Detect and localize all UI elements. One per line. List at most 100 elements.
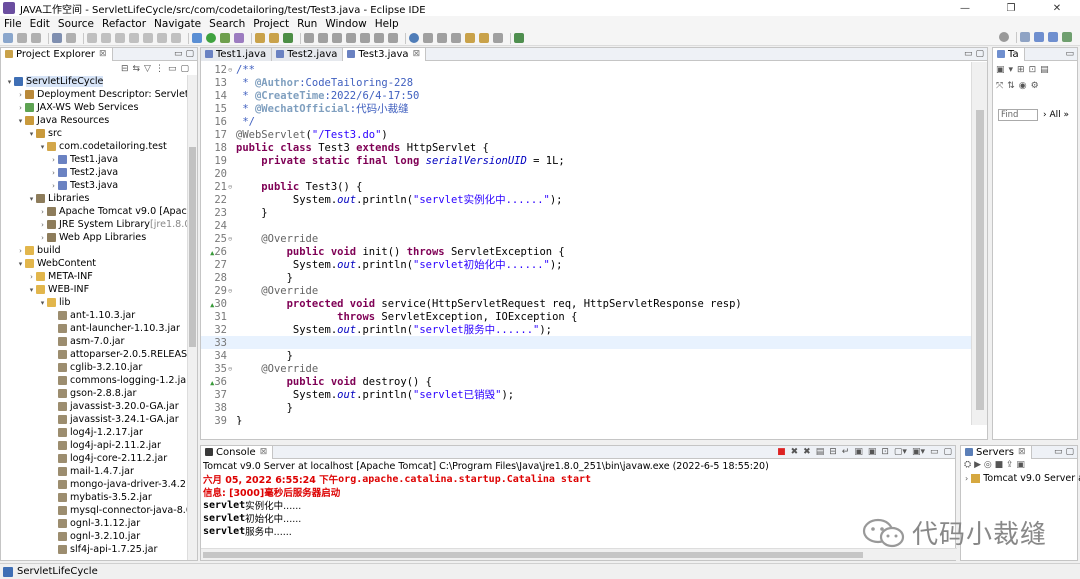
- remove-all-icon[interactable]: ✖: [803, 447, 811, 457]
- collapsed-arrow-icon[interactable]: ›: [16, 247, 25, 255]
- menu-project[interactable]: Project: [249, 18, 293, 30]
- expanded-arrow-icon[interactable]: ▾: [5, 78, 14, 86]
- settings-icon[interactable]: ⚙: [1031, 81, 1039, 91]
- minimize-view-icon[interactable]: ▭: [1065, 49, 1074, 59]
- close-icon[interactable]: ⊠: [1018, 447, 1026, 457]
- maximize-view-icon[interactable]: ▢: [185, 49, 194, 59]
- code-line[interactable]: 20: [201, 167, 971, 180]
- previous-annotation-icon[interactable]: [451, 33, 461, 43]
- link-with-editor-icon[interactable]: ⇆: [133, 64, 141, 74]
- tab-console[interactable]: Console ⊠: [201, 445, 274, 459]
- expanded-arrow-icon[interactable]: ▾: [38, 299, 47, 307]
- word-wrap-icon[interactable]: [388, 33, 398, 43]
- tree-item[interactable]: mail-1.4.7.jar: [49, 465, 134, 478]
- scrollbar-thumb[interactable]: [189, 147, 196, 347]
- tree-item[interactable]: › build: [16, 244, 61, 257]
- tree-item[interactable]: › JAX-WS Web Services: [16, 101, 138, 114]
- terminate-icon[interactable]: [115, 33, 125, 43]
- close-icon[interactable]: ⊠: [260, 447, 268, 457]
- close-button[interactable]: ✕: [1034, 0, 1080, 16]
- back-icon[interactable]: [479, 33, 489, 43]
- collapsed-arrow-icon[interactable]: ›: [16, 91, 25, 99]
- close-icon[interactable]: ⊠: [99, 49, 107, 59]
- tree-item[interactable]: › Test2.java: [49, 166, 118, 179]
- resume-icon[interactable]: [87, 33, 97, 43]
- menu-window[interactable]: Window: [321, 18, 370, 30]
- tree-item[interactable]: log4j-1.2.17.jar: [49, 426, 143, 439]
- collapsed-arrow-icon[interactable]: ›: [16, 104, 25, 112]
- start-server-icon[interactable]: ▶: [974, 460, 981, 470]
- tree-item[interactable]: attoparser-2.0.5.RELEASE.ja: [49, 348, 187, 361]
- tree-item[interactable]: cglib-3.2.10.jar: [49, 361, 142, 374]
- fold-toggle-icon[interactable]: ⊖: [228, 183, 236, 191]
- expanded-arrow-icon[interactable]: ▾: [16, 117, 25, 125]
- disconnect-icon[interactable]: [129, 33, 139, 43]
- start-debug-icon[interactable]: ⛭: [964, 460, 971, 470]
- tree-item[interactable]: javassist-3.24.1-GA.jar: [49, 413, 179, 426]
- tree-item[interactable]: ant-1.10.3.jar: [49, 309, 135, 322]
- filter-icon[interactable]: ▽: [144, 64, 151, 74]
- minimize-button[interactable]: —: [942, 0, 988, 16]
- editor-vertical-scrollbar[interactable]: [971, 62, 987, 425]
- tree-item[interactable]: asm-7.0.jar: [49, 335, 124, 348]
- tab-test3[interactable]: Test3.java ⊠: [343, 47, 427, 61]
- minimize-view-icon[interactable]: ▭: [1054, 447, 1063, 457]
- scheduled-icon[interactable]: ⊡: [1029, 65, 1037, 75]
- debug-perspective-icon[interactable]: [1062, 32, 1072, 42]
- code-line[interactable]: 35 ⊖ @Override: [201, 362, 971, 375]
- fold-toggle-icon[interactable]: ⊖: [228, 66, 236, 74]
- tree-item[interactable]: ognl-3.1.12.jar: [49, 517, 140, 530]
- close-icon[interactable]: ⊠: [413, 49, 421, 59]
- clean-icon[interactable]: ▣: [1016, 460, 1025, 470]
- menu-search[interactable]: Search: [205, 18, 249, 30]
- menu-run[interactable]: Run: [293, 18, 321, 30]
- tree-item[interactable]: ▾ src: [27, 127, 62, 140]
- scrollbar-thumb[interactable]: [203, 552, 863, 558]
- stop-icon[interactable]: ■: [995, 460, 1004, 470]
- java-ee-perspective-icon[interactable]: [1034, 32, 1044, 42]
- code-line[interactable]: 28 }: [201, 271, 971, 284]
- show-stdout-icon[interactable]: ▣: [854, 447, 863, 457]
- collapsed-arrow-icon[interactable]: ›: [49, 169, 58, 177]
- open-perspective-button-icon[interactable]: [1020, 32, 1030, 42]
- step-return-icon[interactable]: [171, 33, 181, 43]
- collapse-all-icon[interactable]: ⊟: [121, 64, 129, 74]
- maximize-button[interactable]: ❐: [988, 0, 1034, 16]
- code-line[interactable]: 38 }: [201, 401, 971, 414]
- tree-item[interactable]: ▾ com.codetailoring.test: [38, 140, 167, 153]
- save-icon[interactable]: [17, 33, 27, 43]
- skip-breakpoints-icon[interactable]: [66, 33, 76, 43]
- hide-icon[interactable]: ▤: [1040, 65, 1049, 75]
- sync-icon[interactable]: ⇅: [1007, 81, 1015, 91]
- expanded-arrow-icon[interactable]: ▾: [27, 286, 36, 294]
- tree-item[interactable]: commons-logging-1.2.jar: [49, 374, 187, 387]
- web-browser-icon[interactable]: [409, 33, 419, 43]
- fold-toggle-icon[interactable]: ⊖: [228, 235, 236, 243]
- profile-icon[interactable]: ◎: [984, 460, 992, 470]
- code-line[interactable]: 12 ⊖/**: [201, 63, 971, 76]
- tree-item[interactable]: ▾ ServletLifeCycle: [5, 75, 104, 88]
- tree-item[interactable]: log4j-api-2.11.2.jar: [49, 439, 161, 452]
- menu-source[interactable]: Source: [54, 18, 98, 30]
- collapsed-arrow-icon[interactable]: ›: [49, 182, 58, 190]
- console-horizontal-scrollbar[interactable]: [201, 548, 957, 560]
- maximize-view-icon[interactable]: ▢: [180, 64, 189, 74]
- tree-item[interactable]: ▾ WebContent: [16, 257, 96, 270]
- minimize-view-icon[interactable]: ▭: [964, 49, 973, 59]
- new-package-icon[interactable]: [269, 33, 279, 43]
- collapsed-arrow-icon[interactable]: ›: [38, 234, 47, 242]
- open-type-icon[interactable]: [304, 33, 314, 43]
- coverage-icon[interactable]: [220, 33, 230, 43]
- code-line[interactable]: 27 System.out.println("servlet初始化中......…: [201, 258, 971, 272]
- tree-item[interactable]: › Web App Libraries: [38, 231, 146, 244]
- step-into-icon[interactable]: [143, 33, 153, 43]
- debug-icon[interactable]: [192, 33, 202, 43]
- expanded-arrow-icon[interactable]: ▾: [16, 260, 25, 268]
- menu-navigate[interactable]: Navigate: [150, 18, 205, 30]
- mark-occurrences-icon[interactable]: [360, 33, 370, 43]
- open-console-icon[interactable]: ▣▾: [912, 447, 925, 457]
- minimize-view-icon[interactable]: ▭: [174, 49, 183, 59]
- new-java-project-icon[interactable]: [255, 33, 265, 43]
- code-line[interactable]: 37 System.out.println("servlet已销毁");: [201, 388, 971, 402]
- tab-task-list[interactable]: Ta: [993, 47, 1025, 61]
